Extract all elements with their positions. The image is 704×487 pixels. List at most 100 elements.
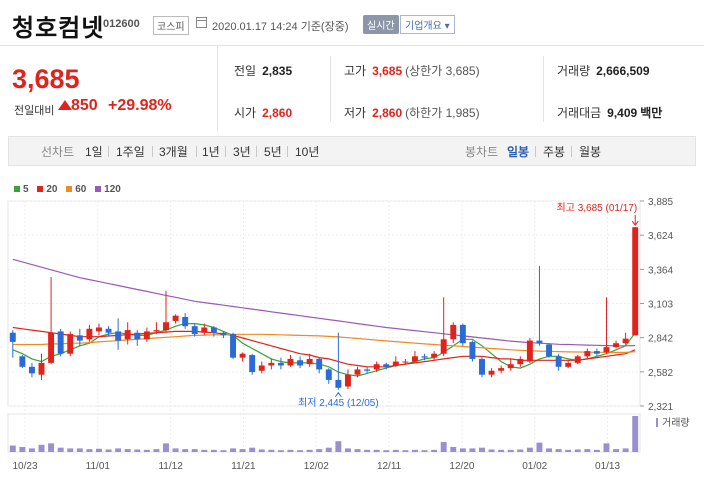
stats-panel: 전일 2,835 고가 3,685 (상한가 3,685) 거래량 2,666,509 … [218,46,704,131]
candle-body [421,356,428,358]
candlestick-chart[interactable]: 3,885 3,624 3,364 3,103 2,842 2,582 2,321 10/23… [0,195,704,487]
max-annotation: 최고 3,685 (01/17) [557,202,638,214]
candle-body [153,330,160,332]
candle-body [38,362,45,375]
stock-code: 012600 [103,18,140,30]
candle-body [383,364,390,367]
candle-body [230,334,236,358]
stat-sub: (하한가 1,985) [405,106,480,120]
volume-bar [38,444,45,452]
candle-body [507,364,514,369]
volume-bar [479,447,485,452]
x-tick-label: 12/20 [449,461,474,472]
candle-chart-label: 봉차트 [465,145,499,159]
tab-5y[interactable]: 5년 [264,143,282,160]
tab-1y[interactable]: 1년 [202,143,220,160]
candle-body [593,351,600,354]
candle-body [28,366,35,374]
candle-body [526,340,533,362]
volume-bar [546,448,552,452]
tab-1d[interactable]: 1일 [85,143,103,160]
tab-weekly[interactable]: 주봉 [543,143,565,160]
min-arrow-head [334,391,342,398]
volume-bar [191,449,198,452]
stat-low: 저가 2,860 (하한가 1,985) [344,104,480,121]
stat-amount: 거래대금 9,409 백만 [557,104,662,121]
candle-body [96,327,102,332]
volume-bar [603,443,610,452]
volume-bar [19,446,26,452]
tab-10y[interactable]: 10년 [295,143,319,160]
x-tick-label: 12/11 [377,461,402,472]
realtime-button[interactable]: 실시간 [363,15,399,34]
tab-separator [256,146,257,157]
stat-value: 2,860 [372,106,403,120]
legend-ma120: 120 [95,184,121,195]
volume-bar [364,449,371,452]
candle-body [517,358,524,365]
candle-body [268,362,275,366]
company-overview-dropdown[interactable]: 기업개요 ▾ [400,15,455,34]
x-tick-label: 11/01 [86,461,111,472]
tab-monthly[interactable]: 월봉 [579,143,601,160]
x-tick-label: 12/02 [304,461,329,472]
candle-body [344,374,351,387]
candle-body [306,358,313,365]
volume-bar [28,448,35,452]
tab-3m[interactable]: 3개월 [159,143,188,160]
x-tick-label: 10/23 [12,461,37,472]
candle-body [287,358,294,366]
candle-body [297,360,304,366]
candle-body [488,370,495,375]
candle-body [565,362,572,367]
volume-bar [57,447,64,452]
candle-body [622,338,629,344]
min-annotation: 최저 2,445 (12/05) [298,397,379,409]
candle-body [584,351,591,357]
divider [330,56,331,122]
candle-body [459,324,466,344]
price-diff: 850 [71,97,98,114]
market-badge: 코스피 [153,16,189,35]
stat-label: 저가 [344,106,367,120]
volume-bar [124,449,131,452]
candle-body [191,326,198,335]
volume-bar [230,448,236,452]
volume-legend-swatch [656,418,658,427]
current-price: 3,685 [12,64,80,94]
tab-1w[interactable]: 1주일 [116,143,145,160]
stat-value: 2,860 [262,106,293,120]
ma-line-ma120 [12,258,636,347]
volume-bar [316,449,323,452]
price-summary: 3,685 전일대비 850 +29.98% [0,46,218,131]
volume-bar [412,449,418,452]
volume-bar [210,449,217,452]
volume-bar [421,450,428,452]
y-tick-label: 2,582 [648,368,673,379]
volume-bar [297,450,304,452]
stat-unit: 백만 [640,106,663,120]
stat-value: 2,666,509 [596,64,650,78]
candle-body [48,332,55,363]
volume-bar [115,448,122,452]
volume-bar [172,448,179,452]
tab-daily[interactable]: 일봉 [507,143,529,160]
stat-open: 시가 2,860 [234,104,292,121]
line-chart-label: 선차트 [41,145,75,159]
candle-body [546,344,552,357]
candle-body [364,369,371,371]
candle-body [277,362,284,366]
ma-legend: 5 20 60 120 [14,184,127,195]
volume-bar [143,449,150,452]
volume-bar [574,449,581,452]
candle-body [450,324,457,340]
candle-body [440,339,447,354]
stock-name: 청호컴넷 [12,15,105,42]
volume-bar [249,447,256,452]
tab-3y[interactable]: 3년 [233,143,251,160]
stat-volume: 거래량 2,666,509 [557,62,650,79]
volume-bar [488,449,495,452]
y-tick-label: 3,364 [648,265,673,276]
volume-bar [134,449,141,452]
tab-separator [152,146,153,157]
